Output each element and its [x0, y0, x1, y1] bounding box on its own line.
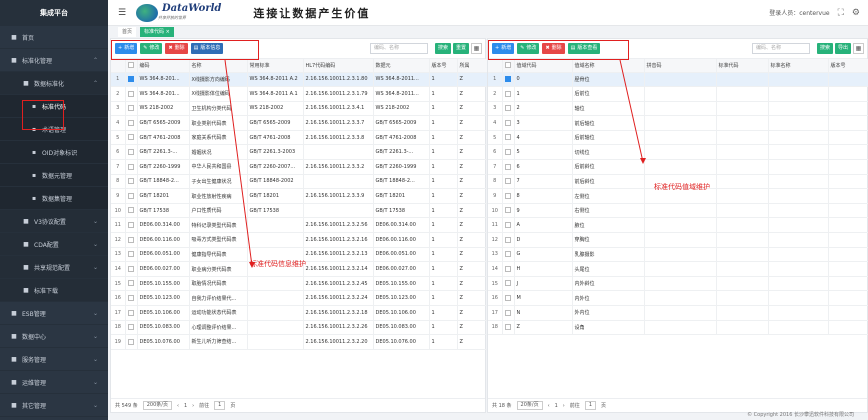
- copyright: © Copyright 2016 长沙攀迅软件科技有限公司: [747, 412, 854, 418]
- annotation-arrows: [224, 59, 646, 268]
- left-annotation: 标准代码信息维护: [250, 260, 306, 268]
- right-annotation: 标准代码值域维护: [654, 183, 710, 191]
